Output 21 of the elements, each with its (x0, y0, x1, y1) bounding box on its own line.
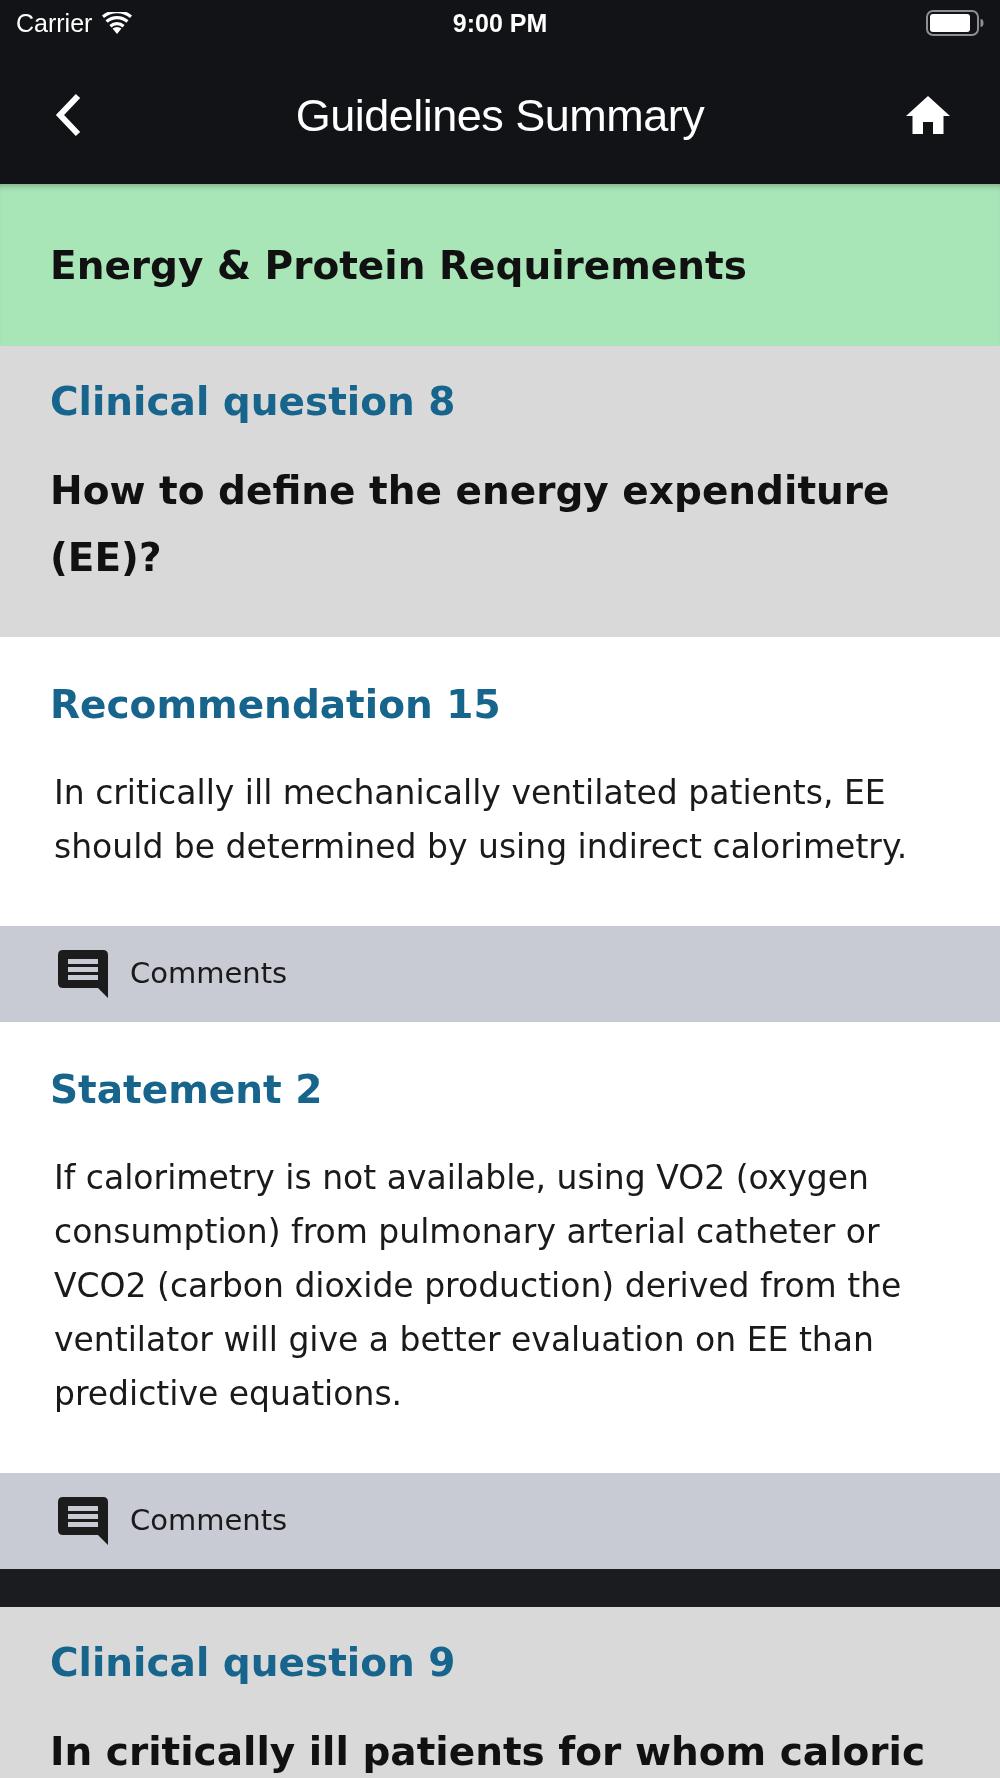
screen-title: Guidelines Summary (295, 92, 705, 138)
back-chevron-icon (54, 93, 82, 137)
comments-button[interactable]: Comments (0, 1473, 1000, 1569)
clock-time: 9:00 PM (452, 10, 548, 36)
question-label: Clinical question 8 (50, 379, 457, 425)
section-title: Energy & Protein Requirements (50, 245, 747, 285)
comments-button[interactable]: Comments (0, 926, 1000, 1022)
recommendation-text: If calorimetry is not available, using VO2 (oxygen consumption) from pulmonary arterial catheter or VCO2 (carbon dioxide production) derived from the ventilator will give a better evaluation on EE than predictive equations. (54, 1157, 903, 1415)
comment-icon (58, 950, 108, 998)
wifi-icon (102, 12, 133, 34)
recommendation-label: Recommendation 15 (50, 682, 502, 728)
carrier-label: Carrier (16, 10, 93, 36)
question-text: In critically ill patients for whom caloric (50, 1728, 927, 1776)
question-label: Clinical question 9 (50, 1640, 457, 1686)
home-icon (906, 96, 950, 134)
comment-icon (58, 1497, 108, 1545)
battery-icon (926, 10, 984, 36)
recommendation-label: Statement 2 (50, 1067, 324, 1113)
home-button[interactable] (906, 96, 950, 134)
question-text: How to define the energy expenditure (EE)? (50, 467, 891, 582)
recommendation-text: In critically ill mechanically ventilated patients, EE should be determined by using indirect calorimetry. (54, 772, 909, 868)
